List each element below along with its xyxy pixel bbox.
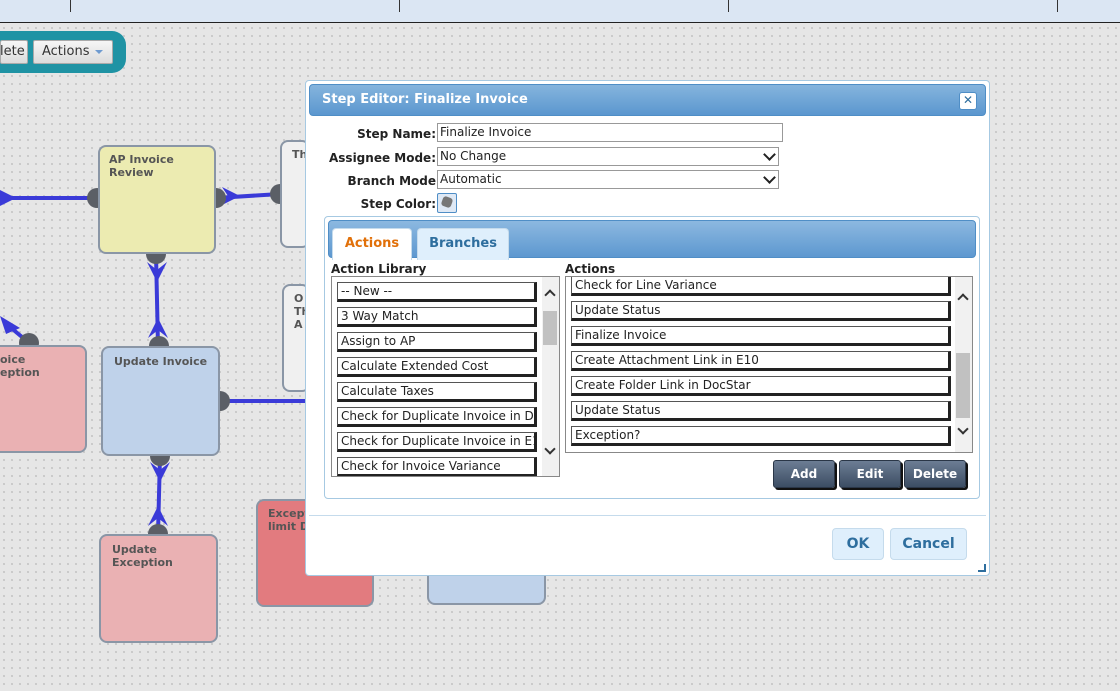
assignee-mode-label: Assignee Mode: [329, 151, 436, 165]
delete-action-button[interactable]: Delete [904, 460, 966, 488]
step-name-field[interactable]: Finalize Invoice [437, 123, 783, 142]
workflow-node-update-exception[interactable]: Update Exception [99, 534, 218, 643]
cancel-button[interactable]: Cancel [890, 528, 967, 560]
actions-scrollbar[interactable] [955, 277, 972, 452]
scrollbar-thumb[interactable] [956, 353, 970, 418]
library-scrollbar[interactable] [542, 277, 559, 476]
color-picker-icon[interactable] [437, 193, 457, 213]
node-label: Update Exception [112, 543, 173, 569]
dialog-titlebar[interactable]: Step Editor: Finalize Invoice ✕ [309, 84, 986, 116]
node-label: AP Invoice Review [109, 153, 174, 179]
tabs-bar: Actions Branches [328, 220, 976, 260]
library-item[interactable]: 3 Way Match [337, 307, 537, 327]
actions-title: Actions [565, 262, 616, 276]
workflow-node-ap-invoice-review[interactable]: AP Invoice Review [98, 145, 216, 254]
scroll-up-icon[interactable] [544, 289, 556, 301]
dialog-title: Step Editor: Finalize Invoice [322, 92, 528, 107]
branch-mode-label: Branch Mode [347, 174, 436, 188]
library-item[interactable]: Check for Duplicate Invoice in E1 [337, 432, 537, 452]
action-library-list[interactable]: -- New -- 3 Way Match Assign to AP Calcu… [331, 276, 560, 477]
arrow-head [0, 190, 16, 206]
tab-branches[interactable]: Branches [417, 228, 509, 260]
resize-handle-icon[interactable] [978, 564, 986, 572]
ok-button[interactable]: OK [832, 528, 884, 560]
step-name-label: Step Name: [357, 127, 436, 141]
tab-actions[interactable]: Actions [332, 228, 412, 260]
scrollbar-thumb[interactable] [543, 311, 557, 345]
action-item[interactable]: Update Status [571, 301, 951, 321]
library-item[interactable]: Calculate Taxes [337, 382, 537, 402]
library-item[interactable]: Check for Duplicate Invoice in Dc [337, 407, 537, 427]
edit-button[interactable]: Edit [839, 460, 901, 488]
step-editor-dialog: Step Editor: Finalize Invoice ✕ Step Nam… [305, 80, 990, 576]
workflow-node-invoice-exception[interactable]: oice eption [0, 345, 87, 453]
connector-line [154, 253, 160, 347]
action-item[interactable]: Finalize Invoice [571, 326, 951, 346]
workflow-node-update-invoice[interactable]: Update Invoice [101, 346, 220, 456]
scroll-down-icon[interactable] [957, 423, 969, 435]
connector-line [156, 455, 162, 535]
library-item[interactable]: Assign to AP [337, 332, 537, 352]
branch-mode-value: Automatic [440, 172, 502, 186]
branch-mode-select[interactable]: Automatic [437, 170, 779, 189]
action-item[interactable]: Check for Line Variance [571, 277, 951, 296]
scroll-up-icon[interactable] [957, 293, 969, 305]
library-item[interactable]: -- New -- [337, 282, 537, 302]
node-label: oice eption [0, 353, 40, 379]
action-library-title: Action Library [331, 262, 427, 276]
step-color-label: Step Color: [360, 197, 436, 211]
library-item[interactable]: Calculate Extended Cost [337, 357, 537, 377]
action-item[interactable]: Create Folder Link in DocStar [571, 376, 951, 396]
assignee-mode-select[interactable]: No Change [437, 147, 779, 166]
action-item[interactable]: Update Status [571, 401, 951, 421]
tabs-panel: Actions Branches Action Library -- New -… [324, 216, 980, 499]
close-icon[interactable]: ✕ [959, 92, 977, 110]
scroll-down-icon[interactable] [544, 443, 556, 455]
action-item[interactable]: Exception? [571, 426, 951, 446]
library-item[interactable]: Check for Invoice Variance [337, 457, 537, 476]
chevron-down-icon [763, 171, 776, 184]
assignee-mode-value: No Change [440, 149, 507, 163]
actions-list[interactable]: Check for Line Variance Update Status Fi… [565, 276, 973, 453]
dialog-button-pane [309, 515, 986, 570]
node-label: Update Invoice [114, 355, 208, 368]
action-item[interactable]: Create Attachment Link in E10 [571, 351, 951, 371]
add-button[interactable]: Add [773, 460, 835, 488]
chevron-down-icon [763, 148, 776, 161]
